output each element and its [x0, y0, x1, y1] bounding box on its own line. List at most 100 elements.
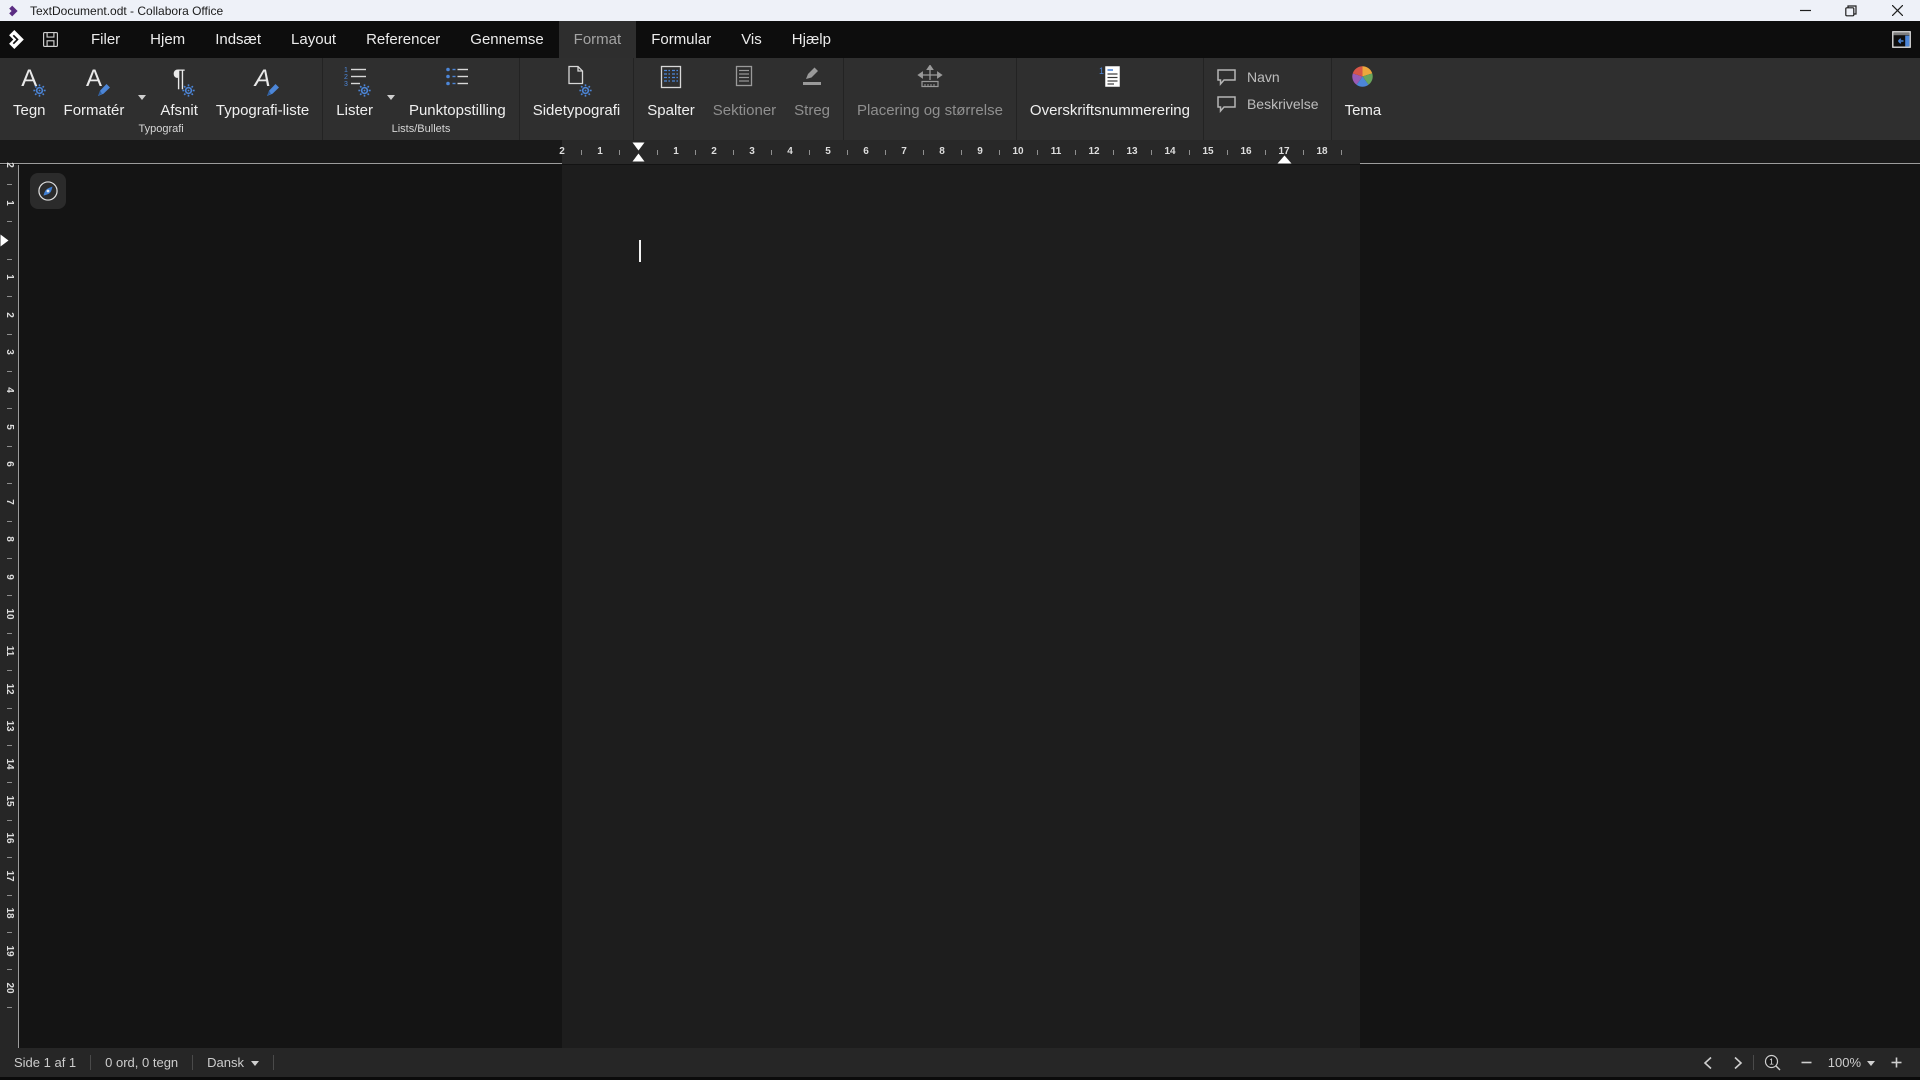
- sidebar-toggle-icon: [1892, 31, 1911, 48]
- ruler-tick: [1227, 150, 1228, 155]
- tab-hjælp[interactable]: Hjælp: [777, 21, 846, 58]
- tab-gennemse[interactable]: Gennemse: [455, 21, 558, 58]
- toolbar-group: Sidetypografi: [520, 58, 635, 140]
- zoom-out-button[interactable]: [1791, 1057, 1822, 1068]
- top-margin-marker[interactable]: [0, 234, 9, 247]
- comment-icon: [1216, 95, 1238, 113]
- toolbar-group: A TegnA Formatér¶ AfsnitA Typografi-list…: [0, 58, 323, 140]
- restore-button[interactable]: [1828, 0, 1874, 21]
- ruler-tick: [7, 1007, 12, 1008]
- word-count-label: 0 ord, 0 tegn: [105, 1055, 178, 1070]
- style-pencil-icon: A: [255, 65, 271, 101]
- ruler-tick: [7, 932, 12, 933]
- ruler-tick: [7, 895, 12, 896]
- navigator-button[interactable]: [30, 173, 66, 209]
- toolbar-group: Tema: [1332, 58, 1395, 140]
- ruler-number: 18: [1316, 140, 1327, 164]
- toolbar-button-navn[interactable]: Navn: [1216, 67, 1319, 87]
- ruler-tick: [847, 150, 848, 155]
- toolbar-button-sidetypografi[interactable]: Sidetypografi: [524, 58, 630, 122]
- ruler-tick: [733, 150, 734, 155]
- zoom-reset-button[interactable]: 1: [1754, 1054, 1791, 1071]
- format-toolbar: A TegnA Formatér¶ AfsnitA Typografi-list…: [0, 58, 1920, 140]
- toolbar-button-format-r[interactable]: A Formatér: [55, 58, 134, 122]
- ruler-number: 9: [977, 140, 983, 164]
- dropdown-arrow-lister[interactable]: [382, 58, 400, 122]
- ruler-number: 16: [1240, 140, 1251, 164]
- toolbar-button-label: Punktopstilling: [409, 101, 506, 121]
- toolbar-button-spalter[interactable]: Spalter: [638, 58, 704, 122]
- ruler-tick: [885, 150, 886, 155]
- ruler-number: 14: [4, 754, 15, 773]
- toolbar-button-label: Formatér: [64, 101, 125, 121]
- save-button[interactable]: [34, 21, 66, 58]
- previous-page-button[interactable]: [1693, 1056, 1723, 1070]
- ruler-tick: [1151, 150, 1152, 155]
- text-cursor: [639, 240, 641, 262]
- toolbar-button-overskriftsnummerering[interactable]: 1 Overskriftsnummerering: [1021, 58, 1199, 122]
- ruler-number: 17: [4, 866, 15, 885]
- collabora-logo-button[interactable]: [0, 21, 34, 58]
- toolbar-button-placering-og-st-rrelse[interactable]: Placering og størrelse: [848, 58, 1012, 122]
- horizontal-ruler: 21123456789101112131415161718: [0, 140, 1920, 164]
- language-label: Dansk: [207, 1055, 244, 1070]
- ruler-tick: [7, 296, 12, 297]
- sidebar-toggle-button[interactable]: [1882, 21, 1920, 58]
- ruler-number: 2: [711, 140, 717, 164]
- word-count: 0 ord, 0 tegn: [91, 1055, 192, 1070]
- ruler-number: 11: [4, 642, 15, 661]
- ruler-tick: [7, 670, 12, 671]
- toolbar-button-beskrivelse[interactable]: Beskrivelse: [1216, 94, 1319, 114]
- tab-vis[interactable]: Vis: [726, 21, 777, 58]
- ruler-number: 7: [901, 140, 907, 164]
- toolbar-button-lister[interactable]: 123 Lister: [327, 58, 382, 122]
- toolbar-button-sektioner[interactable]: Sektioner: [704, 58, 785, 122]
- document-page[interactable]: [562, 165, 1360, 1048]
- close-button[interactable]: [1874, 0, 1920, 21]
- toolbar-button-tegn[interactable]: A Tegn: [4, 58, 55, 122]
- chevron-left-icon: [1703, 1056, 1713, 1070]
- toolbar-button-label: Sektioner: [713, 101, 776, 121]
- ruler-number: 10: [1012, 140, 1023, 164]
- ruler-number: 1: [673, 140, 679, 164]
- line-pencil-icon: [800, 65, 824, 101]
- ruler-tick: [7, 483, 12, 484]
- zoom-in-button[interactable]: [1881, 1057, 1912, 1068]
- columns-icon: [659, 65, 683, 101]
- minimize-button[interactable]: [1782, 0, 1828, 21]
- toolbar-button-streg[interactable]: Streg: [785, 58, 839, 122]
- next-page-button[interactable]: [1723, 1056, 1753, 1070]
- ruler-number: 3: [749, 140, 755, 164]
- ruler-number: 15: [4, 792, 15, 811]
- tab-referencer[interactable]: Referencer: [351, 21, 455, 58]
- ruler-tick: [7, 820, 12, 821]
- toolbar-button-punktopstilling[interactable]: Punktopstilling: [400, 58, 515, 122]
- ruler-number: 2: [559, 140, 565, 164]
- tab-filer[interactable]: Filer: [76, 21, 135, 58]
- tab-formular[interactable]: Formular: [636, 21, 726, 58]
- ruler-tick: [7, 782, 12, 783]
- chevron-down-icon: [387, 95, 395, 100]
- toolbar-button-label: Spalter: [647, 101, 695, 121]
- toolbar-button-typografi-liste[interactable]: A Typografi-liste: [207, 58, 318, 122]
- ruler-tick: [7, 184, 12, 185]
- ruler-number: 12: [4, 679, 15, 698]
- ruler-tick: [657, 150, 658, 155]
- ruler-number: 15: [1202, 140, 1213, 164]
- ruler-tick: [999, 150, 1000, 155]
- tab-indsæt[interactable]: Indsæt: [200, 21, 276, 58]
- ruler-tick: [7, 745, 12, 746]
- zoom-level-selector[interactable]: 100%: [1822, 1055, 1881, 1070]
- toolbar-button-afsnit[interactable]: ¶ Afsnit: [151, 58, 207, 122]
- toolbar-button-tema[interactable]: Tema: [1336, 58, 1391, 122]
- indent-marker[interactable]: [632, 142, 645, 162]
- language-selector[interactable]: Dansk: [193, 1055, 273, 1070]
- toolbar-group-label: [1336, 122, 1391, 140]
- tab-format[interactable]: Format: [559, 21, 637, 58]
- theme-wheel-icon: [1351, 65, 1374, 101]
- dropdown-arrow-format-r[interactable]: [133, 58, 151, 122]
- toolbar-group: Navn Beskrivelse: [1204, 58, 1332, 140]
- tab-hjem[interactable]: Hjem: [135, 21, 200, 58]
- tab-layout[interactable]: Layout: [276, 21, 351, 58]
- ruler-tick: [7, 521, 12, 522]
